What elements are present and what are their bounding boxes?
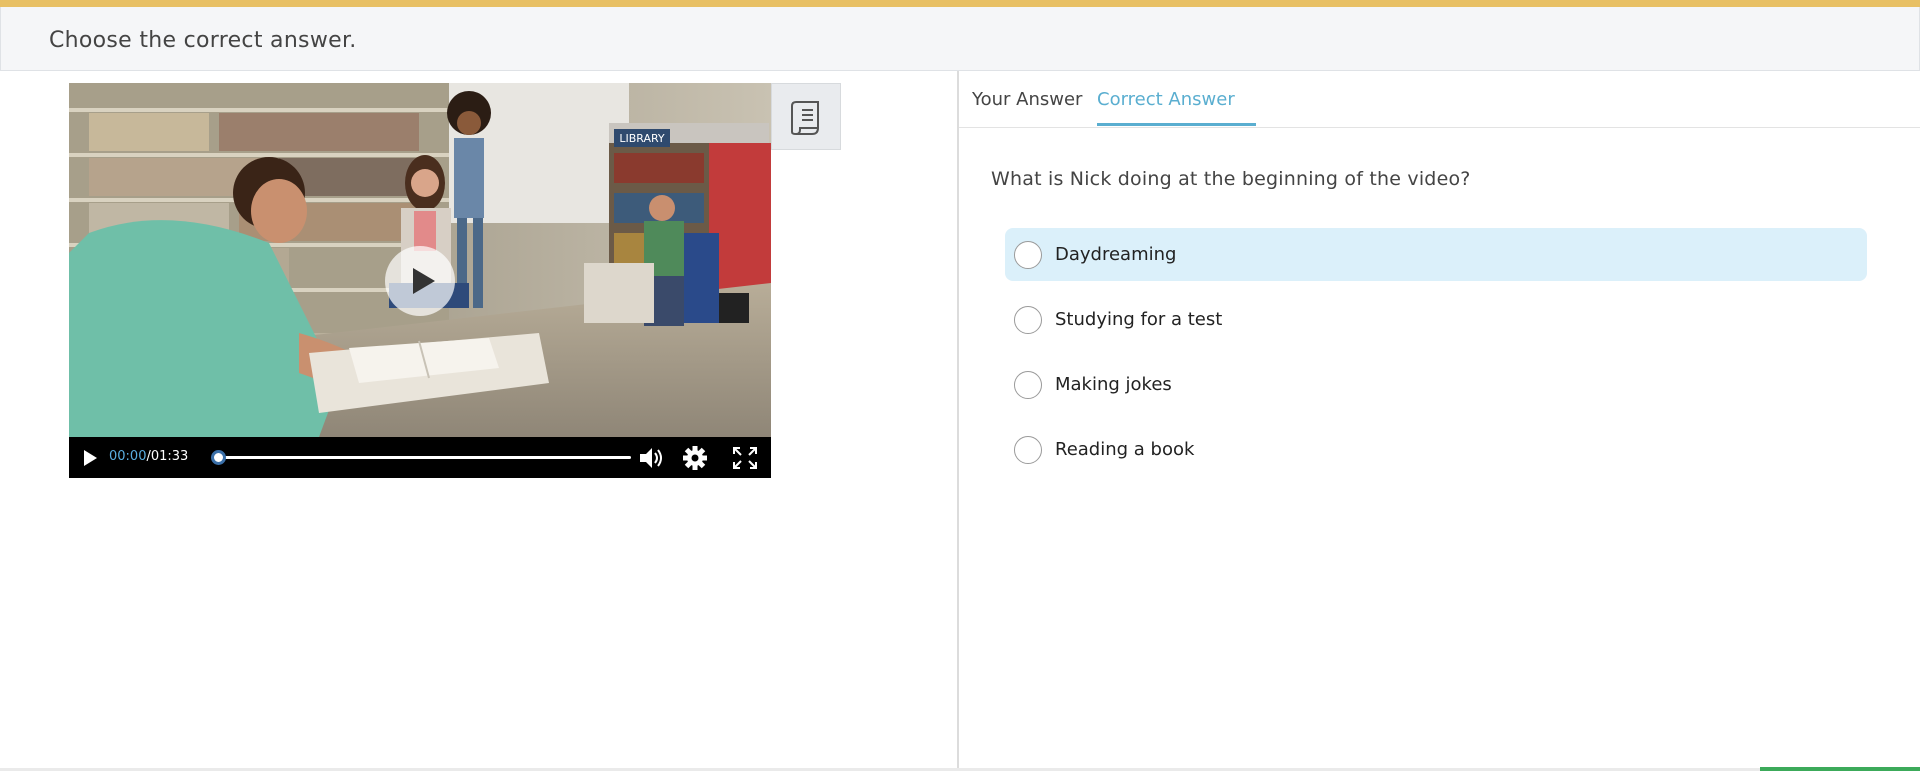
active-tab-indicator	[1097, 123, 1256, 126]
option-making-jokes[interactable]: Making jokes	[1005, 358, 1867, 411]
option-reading-a-book[interactable]: Reading a book	[1005, 423, 1867, 476]
bottom-accent-bar	[1760, 767, 1920, 771]
option-label: Daydreaming	[1055, 244, 1177, 265]
current-time: 00:00	[109, 449, 147, 464]
library-sign: LIBRARY	[614, 129, 670, 147]
video-player[interactable]: LIBRARY 00:00/01:33	[69, 83, 771, 478]
time-display: 00:00/01:33	[109, 449, 188, 464]
tab-your-answer[interactable]: Your Answer	[972, 71, 1082, 128]
big-play-icon[interactable]	[385, 246, 455, 316]
question-text: What is Nick doing at the beginning of t…	[991, 168, 1471, 190]
option-studying-for-a-test[interactable]: Studying for a test	[1005, 293, 1867, 346]
pane-divider[interactable]	[957, 71, 959, 771]
svg-text:LIBRARY: LIBRARY	[619, 132, 665, 145]
option-label: Reading a book	[1055, 439, 1195, 460]
seek-handle[interactable]	[211, 450, 226, 465]
radio-button[interactable]	[1014, 371, 1042, 399]
video-controls: 00:00/01:33	[69, 437, 771, 478]
radio-button[interactable]	[1014, 241, 1042, 269]
transcript-scroll-icon	[791, 101, 819, 136]
option-label: Studying for a test	[1055, 309, 1223, 330]
tab-correct-answer[interactable]: Correct Answer	[1097, 71, 1235, 128]
settings-gear-icon[interactable]	[681, 445, 709, 471]
transcript-button[interactable]	[771, 83, 841, 150]
duration-time: 01:33	[150, 449, 189, 464]
answer-tabs: Your Answer Correct Answer	[959, 71, 1920, 128]
volume-icon[interactable]	[637, 445, 665, 471]
option-label: Making jokes	[1055, 374, 1172, 395]
radio-button[interactable]	[1014, 436, 1042, 464]
radio-button[interactable]	[1014, 306, 1042, 334]
instruction-bar: Choose the correct answer.	[0, 7, 1920, 71]
seek-bar[interactable]	[217, 456, 631, 459]
fullscreen-icon[interactable]	[731, 445, 759, 471]
option-daydreaming[interactable]: Daydreaming	[1005, 228, 1867, 281]
instruction-text: Choose the correct answer.	[49, 28, 357, 53]
top-accent-bar	[0, 0, 1920, 7]
play-icon[interactable]	[81, 448, 99, 468]
